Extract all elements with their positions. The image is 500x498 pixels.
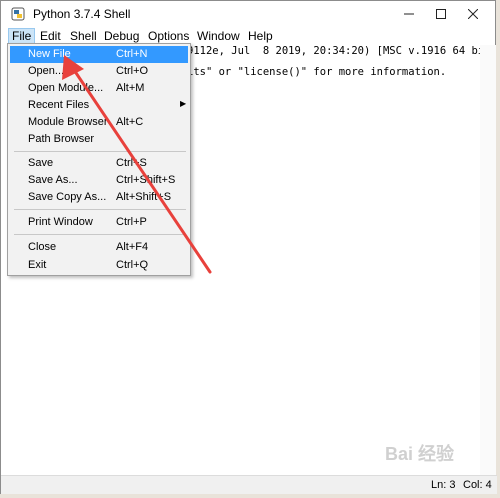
close-icon	[468, 9, 478, 19]
menu-item-shortcut: Ctrl+S	[116, 157, 147, 169]
menu-item-shortcut: Ctrl+Shift+S	[116, 174, 176, 186]
menu-item-label: Save As...	[28, 174, 78, 186]
menu-item-shortcut: Ctrl+N	[116, 48, 148, 60]
menu-item-label: Module Browser	[28, 116, 108, 128]
minimize-icon	[404, 13, 414, 15]
menu-item-shortcut: Alt+Shift+S	[116, 191, 172, 203]
menu-item-shortcut: Alt+M	[116, 82, 145, 94]
vertical-scrollbar[interactable]	[480, 45, 496, 475]
menu-item-new-file[interactable]: New File Ctrl+N	[10, 46, 188, 63]
menu-item-recent-files[interactable]: Recent Files ▶	[10, 97, 188, 114]
menu-item-label: Path Browser	[28, 133, 95, 145]
menu-window[interactable]: Window	[194, 28, 243, 44]
menu-item-shortcut: Ctrl+P	[116, 216, 147, 228]
menu-item-shortcut: Alt+C	[116, 116, 144, 128]
menu-item-shortcut: Ctrl+Q	[116, 259, 149, 271]
title-bar: Python 3.7.4 Shell	[1, 1, 495, 27]
menu-item-print-window[interactable]: Print Window Ctrl+P	[10, 214, 188, 231]
status-column: Col: 4	[463, 479, 492, 491]
menu-separator	[14, 151, 186, 152]
menu-item-save[interactable]: Save Ctrl+S	[10, 155, 188, 172]
watermark: Bai 经验	[385, 444, 455, 464]
menu-item-label: Print Window	[28, 216, 93, 228]
maximize-icon	[436, 9, 446, 19]
close-button[interactable]	[453, 1, 493, 27]
menu-separator	[14, 209, 186, 210]
status-bar: Ln: 3 Col: 4	[1, 475, 497, 494]
menu-shell[interactable]: Shell	[67, 28, 100, 44]
menu-item-label: Recent Files	[28, 99, 90, 111]
menu-item-label: Open...	[28, 65, 65, 77]
menu-file[interactable]: File	[8, 28, 36, 44]
window-title: Python 3.7.4 Shell	[33, 7, 131, 21]
menu-help[interactable]: Help	[245, 28, 276, 44]
menu-item-label: Open Module...	[28, 82, 104, 94]
menu-item-label: Save	[28, 157, 54, 169]
menu-edit[interactable]: Edit	[37, 28, 64, 44]
status-line: Ln: 3	[431, 479, 456, 491]
menu-item-module-browser[interactable]: Module Browser Alt+C	[10, 114, 188, 131]
menu-item-open-module[interactable]: Open Module... Alt+M	[10, 80, 188, 97]
menu-options[interactable]: Options	[145, 28, 192, 44]
menu-item-save-as[interactable]: Save As... Ctrl+Shift+S	[10, 172, 188, 189]
menu-item-label: Exit	[28, 259, 47, 271]
shell-output-line: its" or "license()" for more information…	[187, 66, 447, 78]
menu-item-path-browser[interactable]: Path Browser	[10, 131, 188, 148]
menu-item-label: New File	[28, 48, 71, 60]
menu-item-label: Close	[28, 241, 57, 253]
submenu-arrow-icon: ▶	[180, 99, 187, 108]
menu-item-exit[interactable]: Exit Ctrl+Q	[10, 257, 188, 274]
file-menu-dropdown: New File Ctrl+N Open... Ctrl+O Open Modu…	[7, 43, 191, 276]
menu-separator	[14, 234, 186, 235]
menu-debug[interactable]: Debug	[101, 28, 142, 44]
menu-item-shortcut: Ctrl+O	[116, 65, 149, 77]
shell-output-line: 9112e, Jul 8 2019, 20:34:20) [MSC v.1916…	[187, 45, 491, 57]
menu-item-save-copy-as[interactable]: Save Copy As... Alt+Shift+S	[10, 189, 188, 206]
menu-item-close[interactable]: Close Alt+F4	[10, 239, 188, 256]
python-icon	[11, 7, 25, 21]
menu-item-shortcut: Alt+F4	[116, 241, 149, 253]
menu-item-open[interactable]: Open... Ctrl+O	[10, 63, 188, 80]
menu-item-label: Save Copy As...	[28, 191, 107, 203]
